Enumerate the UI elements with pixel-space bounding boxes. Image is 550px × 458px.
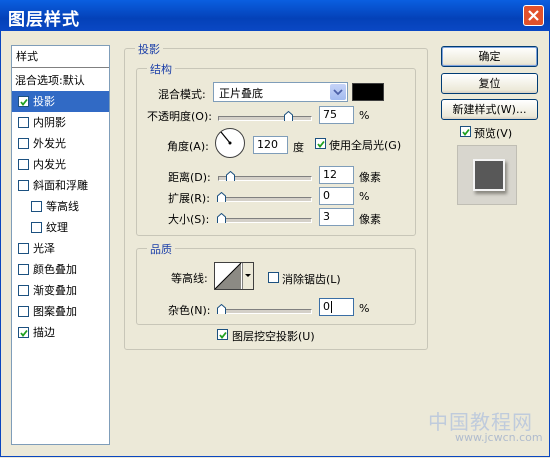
opacity-slider-thumb[interactable] bbox=[284, 111, 293, 121]
sidebar-item-pattern-overlay[interactable]: 图案叠加 bbox=[12, 301, 109, 322]
sidebar-item-gradient-overlay[interactable]: 渐变叠加 bbox=[12, 280, 109, 301]
opacity-unit: % bbox=[359, 109, 370, 122]
size-input[interactable]: 3 bbox=[319, 208, 354, 226]
antialias-checkbox[interactable] bbox=[268, 272, 279, 283]
noise-input[interactable]: 0 bbox=[319, 298, 354, 316]
blend-mode-select[interactable]: 正片叠底 bbox=[213, 82, 348, 102]
checkbox[interactable] bbox=[31, 201, 42, 212]
angle-unit: 度 bbox=[293, 141, 304, 154]
global-light-label: 使用全局光(G) bbox=[329, 139, 402, 152]
distance-unit: 像素 bbox=[359, 171, 381, 184]
sidebar-item-satin[interactable]: 光泽 bbox=[12, 238, 109, 259]
checkbox[interactable] bbox=[18, 243, 29, 254]
sidebar-item-inner-shadow[interactable]: 内阴影 bbox=[12, 112, 109, 133]
sidebar-item-contour[interactable]: 等高线 bbox=[12, 196, 109, 217]
contour-label: 等高线: bbox=[171, 272, 208, 285]
chevron-down-icon bbox=[333, 89, 343, 96]
contour-picker[interactable] bbox=[214, 262, 254, 290]
drop-shadow-title: 投影 bbox=[135, 41, 163, 57]
chevron-down-icon bbox=[245, 274, 251, 277]
preview-checkbox[interactable] bbox=[460, 126, 471, 137]
sidebar-item-color-overlay[interactable]: 颜色叠加 bbox=[12, 259, 109, 280]
sidebar-item-blending-options[interactable]: 混合选项:默认 bbox=[12, 70, 109, 91]
size-slider-thumb[interactable] bbox=[217, 213, 226, 223]
spread-slider-thumb[interactable] bbox=[217, 192, 226, 202]
spread-slider[interactable] bbox=[218, 197, 312, 202]
opacity-label: 不透明度(O): bbox=[147, 110, 212, 123]
checkbox[interactable] bbox=[18, 159, 29, 170]
sidebar-item-texture[interactable]: 纹理 bbox=[12, 217, 109, 238]
contour-preview-icon bbox=[215, 263, 242, 289]
angle-label: 角度(A): bbox=[167, 140, 209, 153]
noise-slider-thumb[interactable] bbox=[217, 304, 226, 314]
checkbox[interactable] bbox=[18, 138, 29, 149]
checkbox[interactable] bbox=[18, 180, 29, 191]
close-button[interactable] bbox=[523, 5, 544, 26]
blend-mode-label: 混合模式: bbox=[158, 88, 206, 101]
size-unit: 像素 bbox=[359, 213, 381, 226]
opacity-slider[interactable] bbox=[218, 116, 312, 121]
preview-label: 预览(V) bbox=[474, 127, 513, 140]
shadow-color-swatch[interactable] bbox=[352, 83, 384, 101]
ok-button[interactable]: 确定 bbox=[441, 46, 538, 67]
antialias-label: 消除锯齿(L) bbox=[282, 273, 341, 286]
size-slider[interactable] bbox=[218, 218, 312, 223]
window-title: 图层样式 bbox=[8, 10, 80, 30]
angle-input[interactable]: 120 bbox=[253, 136, 288, 154]
distance-slider-thumb[interactable] bbox=[226, 171, 235, 181]
style-preview bbox=[457, 145, 517, 205]
noise-slider[interactable] bbox=[218, 309, 312, 314]
checkbox[interactable] bbox=[18, 264, 29, 275]
global-light-checkbox[interactable] bbox=[315, 138, 326, 149]
knockout-label: 图层挖空投影(U) bbox=[232, 330, 315, 343]
spread-unit: % bbox=[359, 190, 370, 203]
style-list: 样式 混合选项:默认 投影 内阴影 外发光 内发光 斜面和浮雕 等高线 纹理 光… bbox=[11, 45, 110, 445]
angle-dial[interactable] bbox=[214, 127, 246, 159]
knockout-checkbox[interactable] bbox=[217, 329, 228, 340]
text-cursor bbox=[331, 301, 332, 313]
quality-title: 品质 bbox=[147, 241, 175, 257]
style-list-header: 样式 bbox=[12, 46, 109, 68]
checkbox[interactable] bbox=[31, 222, 42, 233]
sidebar-item-bevel-emboss[interactable]: 斜面和浮雕 bbox=[12, 175, 109, 196]
sidebar-item-drop-shadow[interactable]: 投影 bbox=[12, 91, 109, 112]
preview-swatch bbox=[473, 159, 505, 191]
checkbox[interactable] bbox=[18, 96, 29, 107]
checkbox[interactable] bbox=[18, 306, 29, 317]
close-icon bbox=[528, 10, 539, 21]
watermark-url: www.jcwcn.com bbox=[455, 431, 543, 444]
distance-label: 距离(D): bbox=[168, 171, 211, 184]
spread-label: 扩展(R): bbox=[168, 192, 210, 205]
spread-input[interactable]: 0 bbox=[319, 187, 354, 205]
new-style-button[interactable]: 新建样式(W)... bbox=[441, 99, 538, 120]
noise-label: 杂色(N): bbox=[168, 304, 211, 317]
sidebar-item-outer-glow[interactable]: 外发光 bbox=[12, 133, 109, 154]
size-label: 大小(S): bbox=[168, 213, 210, 226]
checkbox[interactable] bbox=[18, 117, 29, 128]
sidebar-item-inner-glow[interactable]: 内发光 bbox=[12, 154, 109, 175]
structure-title: 结构 bbox=[147, 61, 175, 77]
noise-unit: % bbox=[359, 302, 370, 315]
distance-input[interactable]: 12 bbox=[319, 166, 354, 184]
checkbox[interactable] bbox=[18, 327, 29, 338]
opacity-input[interactable]: 75 bbox=[319, 106, 354, 124]
title-bar: 图层样式 bbox=[0, 0, 550, 31]
sidebar-item-stroke[interactable]: 描边 bbox=[12, 322, 109, 343]
reset-button[interactable]: 复位 bbox=[441, 73, 538, 94]
checkbox[interactable] bbox=[18, 285, 29, 296]
contour-dropdown-button[interactable] bbox=[242, 263, 253, 289]
dropdown-button[interactable] bbox=[330, 84, 346, 100]
